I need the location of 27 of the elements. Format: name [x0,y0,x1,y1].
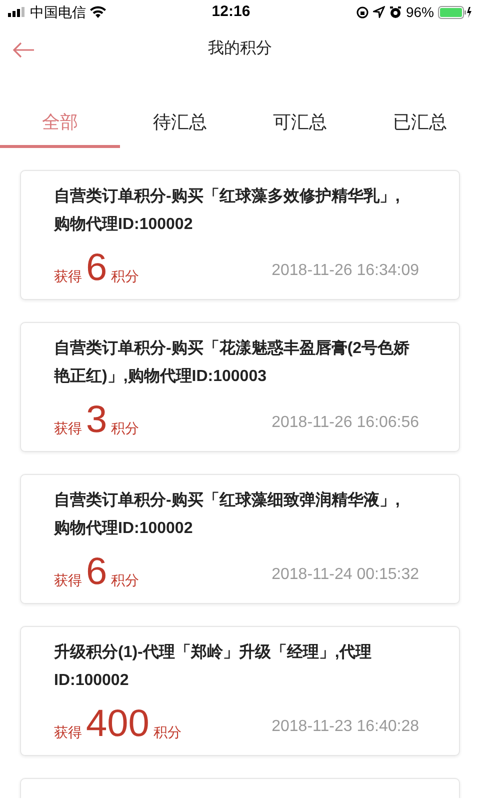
record-description: 自营类订单积分-购买「红球藻细致弹润精华液」,购物代理ID:100002 [54,490,401,539]
points-unit: 积分 [111,419,140,438]
record-time: 2018-11-24 00:15:32 [272,565,419,585]
points-value: 6 [86,553,108,591]
record-description: 自营类订单积分-购买「红球藻多效修护精华乳」,购物代理ID:100002 [54,186,401,235]
earned-label: 获得 [54,267,82,286]
tab[interactable]: 已汇总 [370,100,470,148]
tab[interactable]: 可汇总 [250,100,350,148]
tab[interactable]: 待汇总 [130,100,230,148]
battery-percent: 96% [406,2,434,22]
points-value: 400 [86,705,150,743]
points-value: 3 [86,401,108,439]
record-description: 升级积分(1)-代理「郑岭」升级「经理」,代理ID:100002 [54,642,372,691]
clock-time: 12:16 [212,2,250,22]
points-unit: 积分 [111,571,140,590]
record-description: 自营类订单积分-购买「花漾魅惑丰盈唇膏(2号色娇艳正红)」,购物代理ID:100003 [54,338,411,387]
earned-label: 获得 [54,571,82,590]
record-time: 2018-11-26 16:06:56 [272,413,419,433]
record-time: 2018-11-26 16:34:09 [272,261,419,281]
record-time: 2018-11-23 16:40:28 [272,717,419,737]
points-unit: 积分 [111,267,140,286]
points-value: 6 [86,249,108,287]
earned-label: 获得 [54,419,82,438]
earned-label: 获得 [54,723,82,742]
page-title: 我的积分 [208,38,272,59]
points-unit: 积分 [153,723,182,742]
carrier-name: 中国电信 [30,2,86,22]
